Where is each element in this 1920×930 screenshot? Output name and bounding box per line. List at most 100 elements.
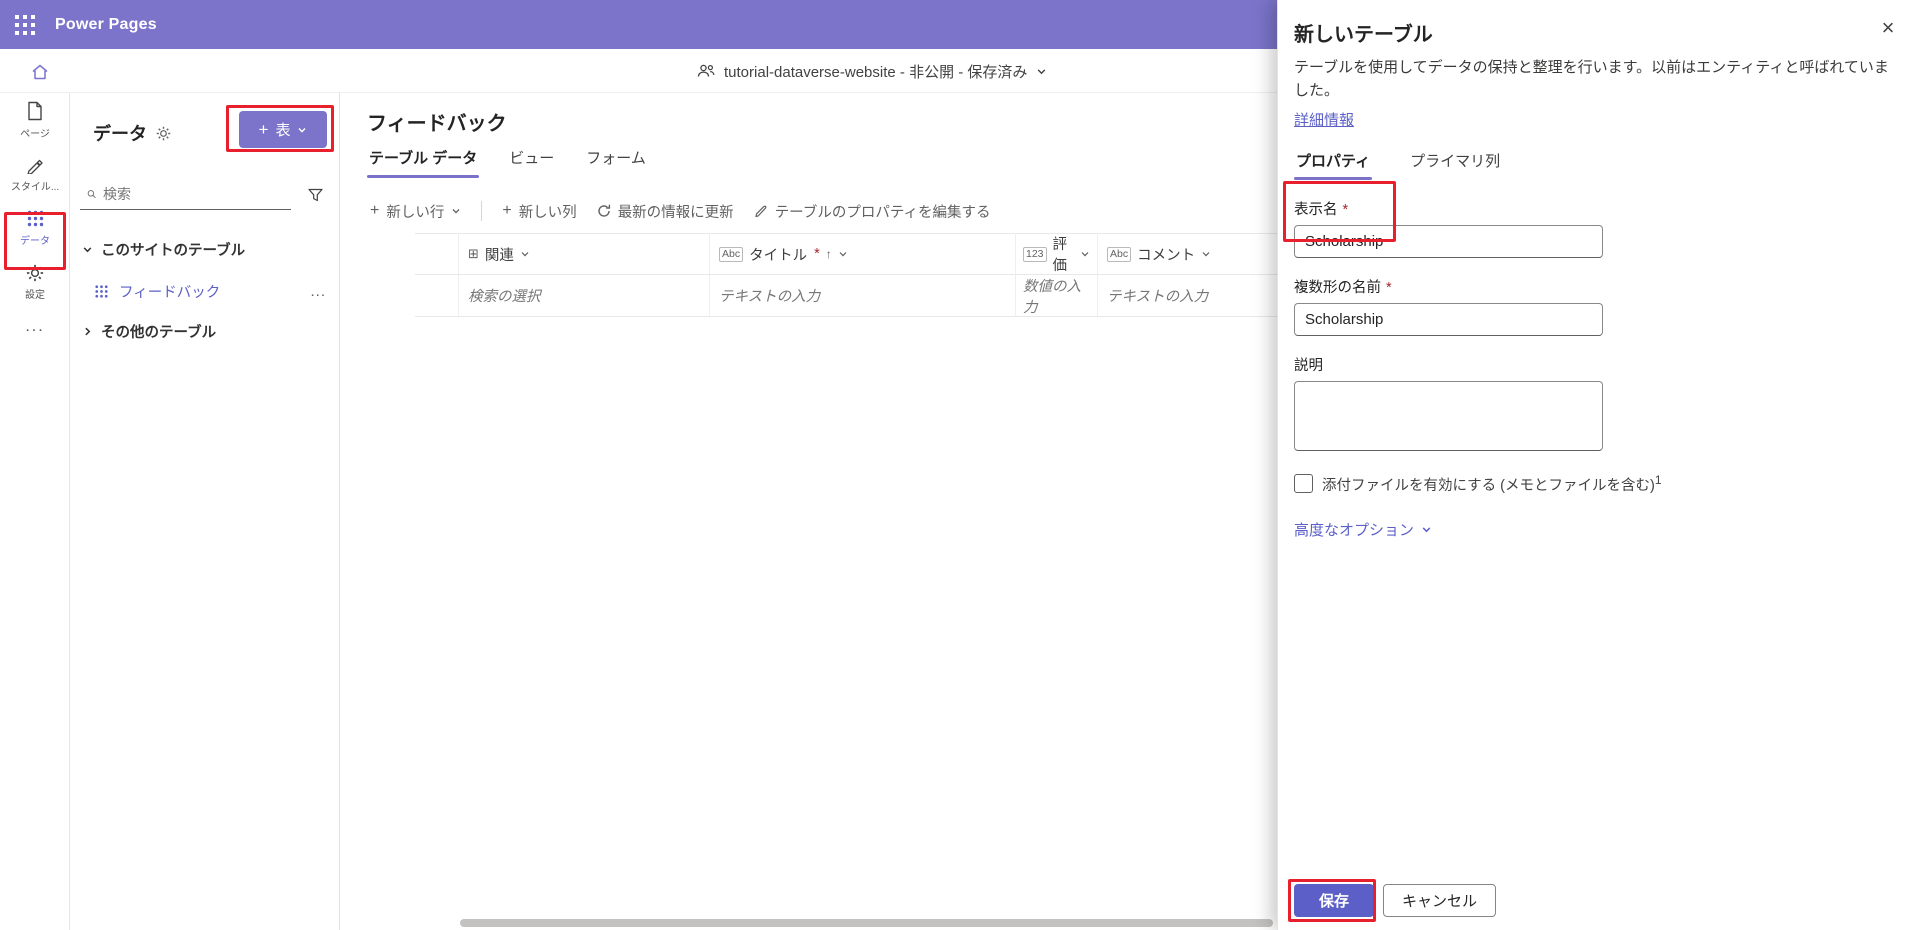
toolbar-divider (481, 201, 482, 221)
rail-item-pages[interactable]: ページ (0, 93, 70, 147)
power-pages-window: Power Pages tutorial-dataverse-website -… (0, 0, 1920, 930)
filter-icon[interactable] (300, 180, 330, 210)
tab-forms[interactable]: フォーム (584, 143, 648, 178)
display-name-label: 表示名 * (1294, 198, 1904, 219)
cancel-button[interactable]: キャンセル (1383, 884, 1496, 917)
tab-table-data[interactable]: テーブル データ (367, 143, 479, 178)
site-name-menu[interactable]: tutorial-dataverse-website - 非公開 - 保存済み (697, 49, 1047, 93)
number-type-icon: 123 (1023, 247, 1047, 262)
new-column-button[interactable]: + 新しい列 (502, 201, 576, 222)
tab-properties[interactable]: プロパティ (1294, 146, 1372, 180)
chevron-down-icon (1080, 249, 1090, 259)
add-icon: + (370, 202, 379, 220)
description-textarea[interactable] (1294, 381, 1603, 451)
chevron-down-icon (297, 125, 307, 135)
feedback-table-label: フィードバック (119, 281, 220, 302)
data-panel: データ + 表 このサイトのテーブル フィードバック ... その他のテーブル (70, 93, 340, 930)
new-table-button[interactable]: + 表 (239, 111, 327, 148)
grid-select-all-cell[interactable] (415, 233, 459, 275)
panel-tabs: プロパティ プライマリ列 (1294, 146, 1904, 180)
chevron-down-icon (451, 206, 461, 216)
advanced-options-label: 高度なオプション (1294, 519, 1414, 540)
refresh-icon (597, 204, 611, 218)
column-label: タイトル (749, 244, 807, 265)
panel-title: 新しいテーブル (1294, 18, 1904, 47)
search-icon (87, 187, 96, 201)
data-panel-title: データ (93, 120, 147, 146)
chevron-down-icon (1036, 66, 1047, 77)
cell-placeholder: テキストの入力 (1107, 285, 1208, 306)
rail-item-styles[interactable]: スタイル... (0, 147, 70, 201)
add-icon: + (502, 202, 511, 220)
edit-table-properties-button[interactable]: テーブルのプロパティを編集する (754, 201, 991, 222)
panel-description: テーブルを使用してデータの保持と整理を行います。以前はエンティティと呼ばれていま… (1294, 57, 1894, 102)
cell-placeholder: 検索の選択 (468, 285, 541, 306)
advanced-options-link[interactable]: 高度なオプション (1294, 519, 1432, 540)
site-tables-section-header[interactable]: このサイトのテーブル (82, 239, 245, 260)
column-header-rating[interactable]: 123 評価 (1016, 233, 1098, 275)
horizontal-scrollbar[interactable] (460, 919, 1273, 927)
cell-placeholder: テキストの入力 (719, 285, 820, 306)
related-cell[interactable]: 検索の選択 (459, 275, 710, 317)
new-column-label: 新しい列 (519, 201, 577, 222)
column-label: 評価 (1053, 233, 1074, 275)
site-name-label: tutorial-dataverse-website - 非公開 - 保存済み (724, 61, 1027, 82)
text-type-icon: Abc (719, 247, 743, 262)
plural-name-input[interactable] (1294, 303, 1603, 336)
app-launcher-waffle-icon[interactable] (0, 0, 49, 49)
page-title: フィードバック (367, 107, 507, 136)
row-select-cell[interactable] (415, 275, 459, 317)
other-tables-section-label: その他のテーブル (101, 321, 216, 342)
learn-more-link[interactable]: 詳細情報 (1294, 109, 1354, 130)
rating-cell[interactable]: 数値の入力 (1016, 275, 1098, 317)
rail-label-settings: 設定 (25, 286, 45, 301)
column-header-related[interactable]: ⊞ 関連 (459, 233, 710, 275)
column-header-title[interactable]: Abc タイトル * ↑ (710, 233, 1016, 275)
column-label: 関連 (485, 244, 514, 265)
plural-name-label: 複数形の名前 * (1294, 276, 1904, 297)
text-type-icon: Abc (1107, 247, 1131, 262)
chevron-down-icon (1421, 524, 1432, 535)
data-table-icon (26, 209, 45, 228)
gear-icon (26, 264, 44, 282)
required-marker: * (814, 246, 820, 262)
paintbrush-icon (26, 156, 44, 174)
footnote-marker: 1 (1655, 473, 1662, 487)
other-tables-section-header[interactable]: その他のテーブル (82, 321, 216, 342)
chevron-down-icon (82, 244, 93, 255)
more-options-icon[interactable]: ... (310, 283, 326, 300)
rail-label-pages: ページ (20, 125, 50, 140)
new-row-button[interactable]: + 新しい行 (370, 201, 461, 222)
display-name-input[interactable] (1294, 225, 1603, 258)
checkbox-unchecked-icon[interactable] (1294, 474, 1313, 493)
home-icon[interactable] (26, 58, 54, 86)
search-input[interactable] (103, 186, 284, 202)
app-title: Power Pages (55, 16, 157, 34)
gear-icon[interactable] (156, 126, 171, 141)
enable-attachments-checkbox[interactable]: 添付ファイルを有効にする (メモとファイルを含む)1 (1294, 473, 1904, 495)
chevron-down-icon (1201, 249, 1211, 259)
chevron-right-icon (82, 326, 93, 337)
rail-label-data: データ (20, 232, 50, 247)
add-icon: + (259, 120, 269, 140)
close-icon[interactable]: × (1872, 12, 1904, 44)
page-icon (26, 101, 44, 121)
table-icon (94, 284, 109, 299)
tab-views[interactable]: ビュー (507, 143, 556, 178)
related-table-icon: ⊞ (468, 246, 479, 262)
table-search-box[interactable] (80, 178, 291, 210)
refresh-button[interactable]: 最新の情報に更新 (597, 201, 734, 222)
tab-primary-column[interactable]: プライマリ列 (1408, 146, 1502, 180)
title-cell[interactable]: テキストの入力 (710, 275, 1016, 317)
save-button[interactable]: 保存 (1294, 884, 1374, 917)
rail-more-button[interactable]: ... (0, 309, 70, 345)
people-icon (697, 63, 715, 79)
sort-ascending-icon: ↑ (826, 247, 832, 261)
rail-item-settings[interactable]: 設定 (0, 255, 70, 309)
edit-properties-label: テーブルのプロパティを編集する (775, 201, 991, 222)
panel-footer: 保存 キャンセル (1294, 884, 1496, 917)
grid-toolbar: + 新しい行 + 新しい列 最新の情報に更新 テーブルのプロパティを編集する (370, 193, 990, 229)
table-list-item-feedback[interactable]: フィードバック ... (70, 273, 340, 309)
rail-item-data[interactable]: データ (0, 201, 70, 255)
required-marker: * (1386, 280, 1392, 296)
